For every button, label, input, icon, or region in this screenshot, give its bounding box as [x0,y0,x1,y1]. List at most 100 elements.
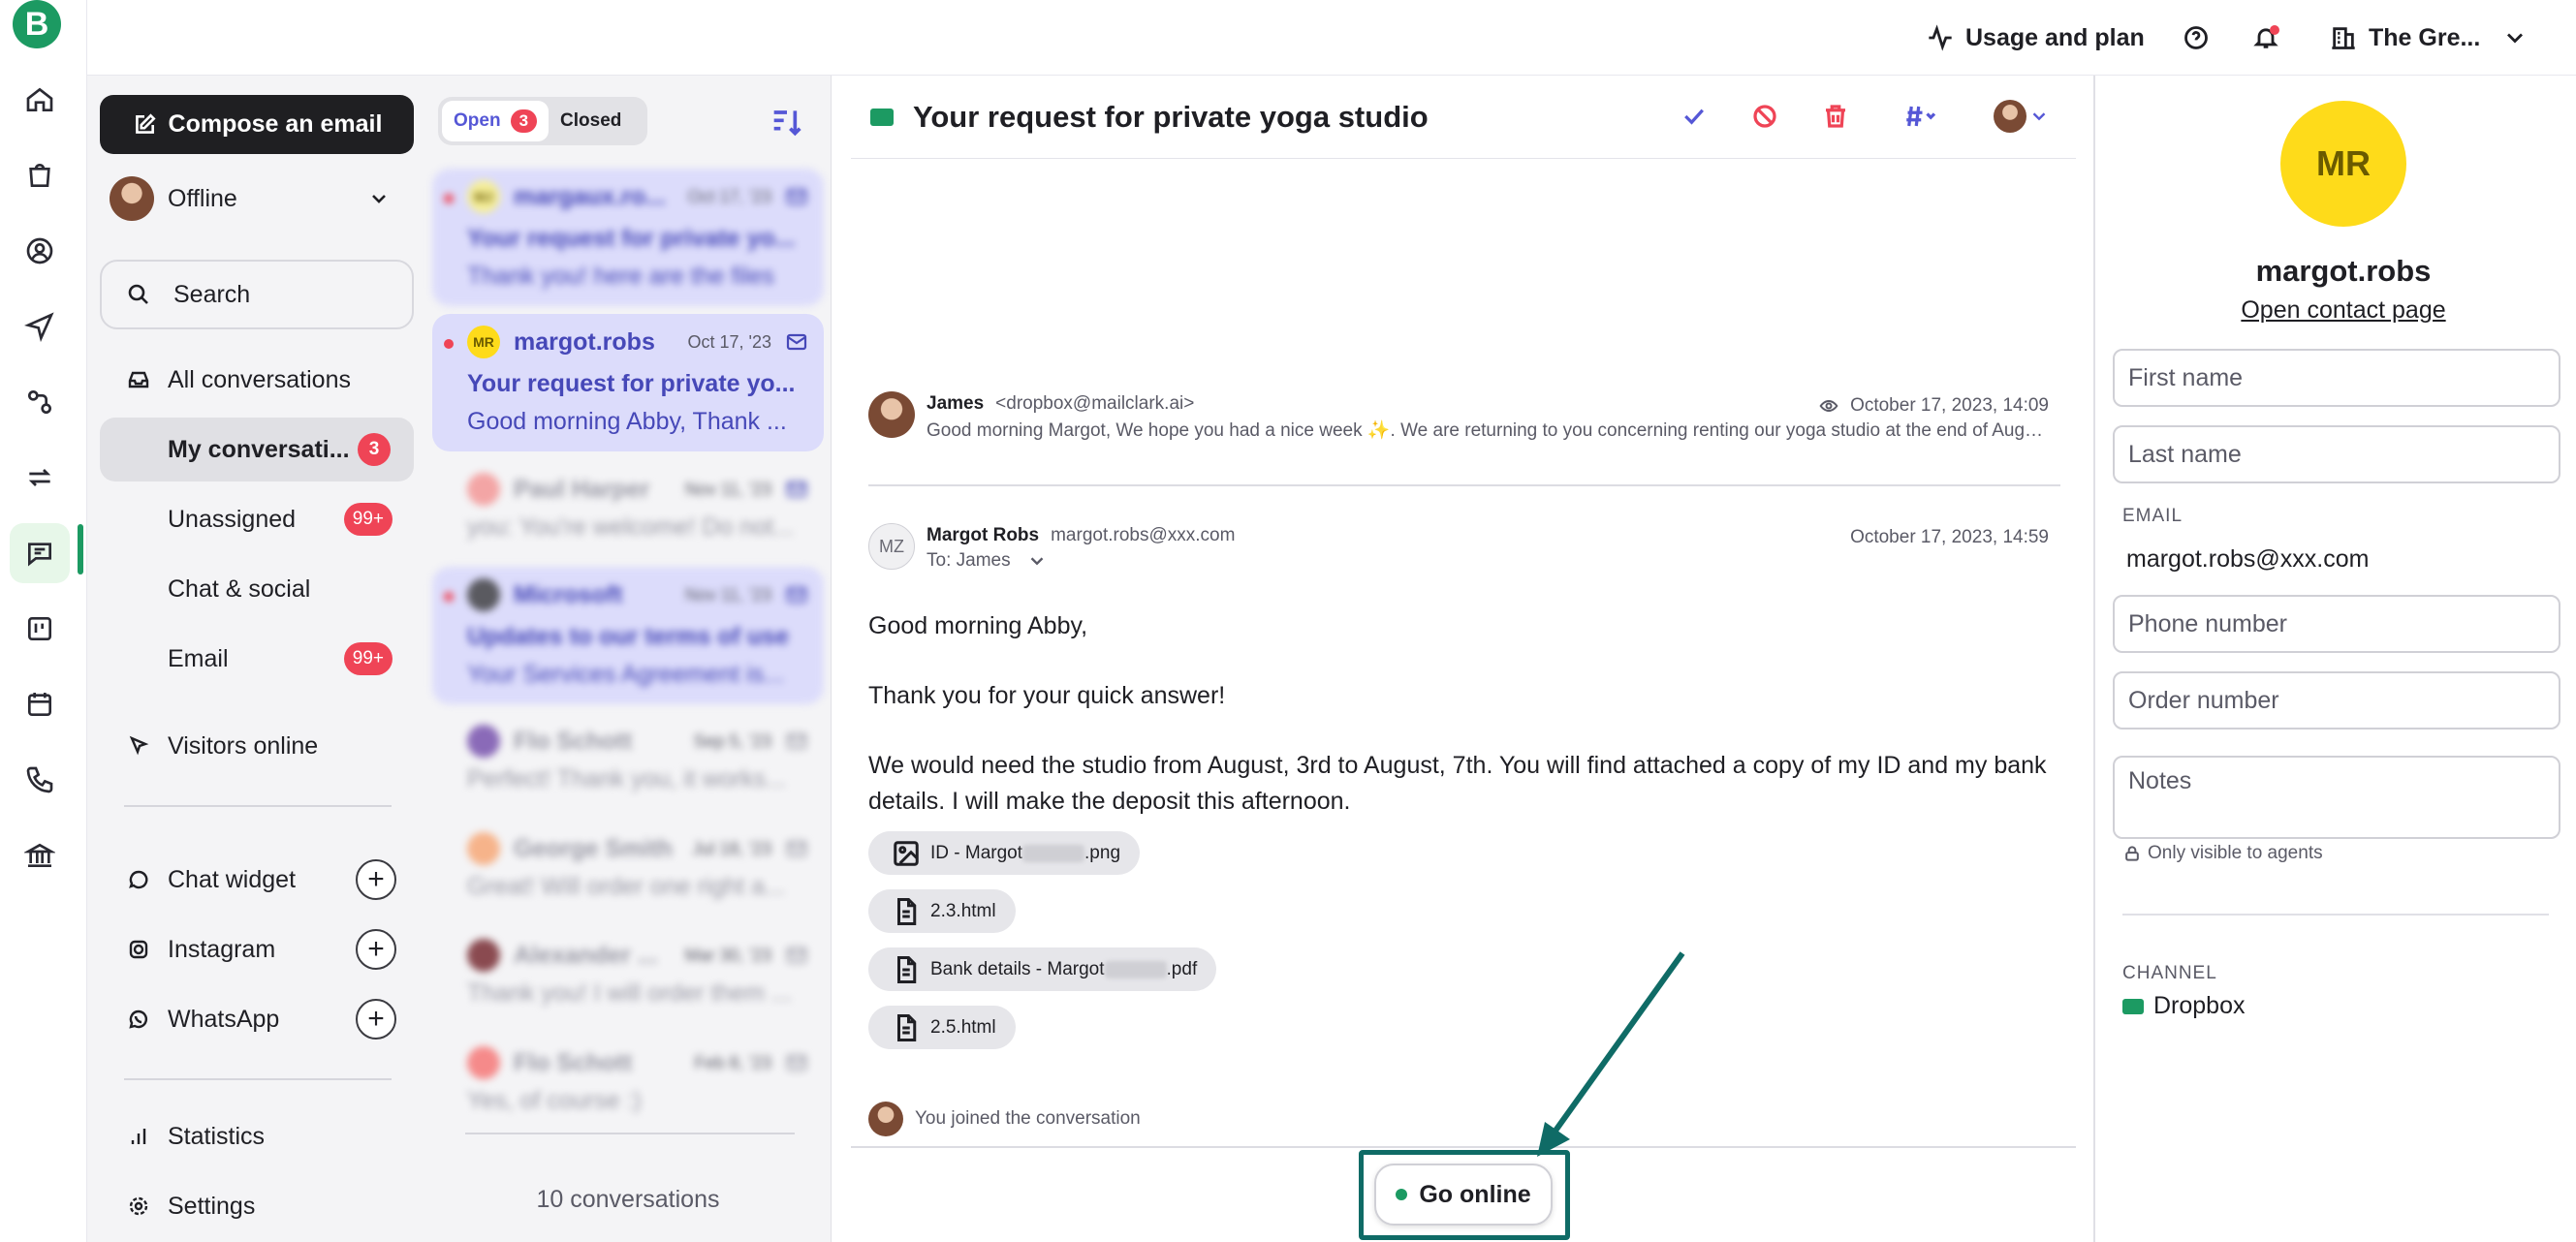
conversation-item[interactable]: Flo Schott Feb 8, '23 Yes, of course :) [432,1035,824,1128]
app-window: B Usage and plan The Gre... Compose an e… [0,0,2576,1242]
conversation-date: Mar 30, '23 [684,945,771,965]
tab-open[interactable]: Open 3 [442,101,550,141]
lock-icon [2125,846,2139,861]
tag-menu-button[interactable] [1896,97,1944,136]
sender-name: Margot Robs [927,525,1040,545]
tab-label: Open [454,110,501,131]
sender-avatar: MZ [868,523,915,570]
compose-email-button[interactable]: Compose an email [100,95,414,154]
go-online-button[interactable]: Go online [1374,1164,1553,1226]
unread-dot [444,194,454,203]
block-button[interactable] [1745,97,1784,136]
home-icon[interactable] [10,70,70,130]
inbox-icon [128,371,149,388]
phone-field[interactable]: Phone number [2113,595,2560,653]
sort-icon[interactable] [768,103,806,141]
recipients-toggle[interactable]: To: James [927,550,2051,572]
notes-hint: Only visible to agents [2122,843,2323,864]
sync-icon[interactable] [10,448,70,508]
composer-divider [851,1146,2076,1148]
nav-whatsapp[interactable]: WhatsApp + [100,987,414,1051]
nav-label: Settings [168,1192,256,1220]
add-instagram-button[interactable]: + [356,929,396,970]
assignee-menu-button[interactable] [1991,97,2053,136]
conversation-subject: Your request for private yo... [467,370,796,397]
conversation-date: Jul 18, '23 [692,838,772,858]
status-tabs: Open 3 Closed [438,97,647,145]
workspace-menu[interactable]: The Gre... [2330,17,2540,58]
left-nav: Compose an email Offline Search All conv… [87,76,424,1242]
contact-avatar [467,473,500,506]
check-icon [1684,109,1704,125]
conversation-item[interactable]: Flo Schott Sep 5, '23 Perfect! Thank you, … [432,713,824,806]
online-dot [1396,1189,1408,1200]
search-input[interactable]: Search [100,260,414,329]
email-value[interactable]: margot.robs@xxx.com [2126,545,2369,574]
bank-icon[interactable] [10,825,70,885]
message-margot[interactable]: MZ Margot Robs margot.robs@xxx.com Octobe… [868,523,2060,581]
delete-button[interactable] [1816,97,1855,136]
attachment-ext: .pdf [1166,958,1198,979]
nav-divider [124,805,392,807]
nav-label: Statistics [168,1122,266,1150]
nav-chat-social[interactable]: Chat & social [100,557,414,621]
last-name-field[interactable]: Last name [2113,425,2560,483]
mark-done-button[interactable] [1675,97,1713,136]
conversation-item[interactable]: George Smith Jul 18, '23 Great! Will order… [432,821,824,914]
attachment-chip[interactable]: 2.3.html [868,889,1016,933]
attachment-chip[interactable]: Bank details - Margot .pdf [868,947,1217,991]
redacted-text [1022,844,1085,862]
contact-avatar [467,578,500,611]
send-icon[interactable] [10,296,70,357]
conversation-item[interactable]: MJ margaux.ro... Oct 17, '23 Your request f… [432,169,824,306]
first-name-field[interactable]: First name [2113,349,2560,407]
contacts-icon[interactable] [10,221,70,281]
attachment-name: 2.5.html [930,1016,996,1038]
nav-my-conversations[interactable]: My conversati... 3 [100,418,414,481]
conversations-icon[interactable] [10,523,70,583]
conversation-item[interactable]: Paul Harper Nov 11, '23 you: You're welcom… [432,461,824,554]
add-chat-widget-button[interactable]: + [356,859,396,900]
sender-email: <dropbox@mailclark.ai> [995,393,1195,414]
add-whatsapp-button[interactable]: + [356,999,396,1040]
conversation-preview: you: You're welcome! Do not... [467,513,794,541]
subject-title: Your request for private yoga studio [913,99,1429,134]
notifications-button[interactable] [2252,17,2291,58]
nav-visitors-online[interactable]: Visitors online [100,714,414,778]
calendar-icon[interactable] [10,674,70,734]
nav-email[interactable]: Email 99+ [100,627,414,691]
attachment-chip[interactable]: 2.5.html [868,1006,1016,1049]
usage-plan-link[interactable]: Usage and plan [1927,17,2145,58]
nav-chat-widget[interactable]: Chat widget + [100,848,414,912]
tab-closed[interactable]: Closed [549,101,633,141]
logo-icon[interactable]: B [13,0,61,48]
mail-icon [786,840,807,857]
conversation-item[interactable]: MR margot.robs Oct 17, '23 Your request for… [432,314,824,451]
chat-bubble-icon [129,870,148,889]
nav-settings[interactable]: Settings [100,1174,414,1238]
notes-field[interactable]: Notes [2113,756,2560,839]
automation-icon[interactable] [10,372,70,432]
message-james[interactable]: James <dropbox@mailclark.ai> October 17, … [868,391,2060,450]
attachment-chip[interactable]: ID - Margot .png [868,831,1141,875]
instagram-icon [129,940,148,959]
board-icon[interactable] [10,599,70,659]
message-line: Thank you for your quick answer! [868,682,1226,709]
phone-icon[interactable] [10,750,70,810]
document-icon [897,1013,917,1041]
nav-instagram[interactable]: Instagram + [100,917,414,981]
count-badge: 99+ [343,503,393,536]
conversation-item[interactable]: Microsoft Nov 11, '23 Updates to our terms… [432,567,824,704]
open-contact-link[interactable]: Open contact page [2095,296,2576,325]
nav-statistics[interactable]: Statistics [100,1104,414,1168]
top-bar: Usage and plan The Gre... [87,0,2576,76]
help-button[interactable] [2183,17,2221,58]
nav-unassigned[interactable]: Unassigned 99+ [100,487,414,551]
order-number-field[interactable]: Order number [2113,671,2560,730]
conversation-item[interactable]: Alexander ... Mar 30, '23 Thank you! I wil… [432,927,824,1020]
status-selector[interactable]: Offline [100,172,414,225]
trash-icon [1826,105,1845,128]
shop-icon[interactable] [10,145,70,205]
nav-all-conversations[interactable]: All conversations [100,348,414,412]
attachment-name: Bank details - Margot [930,958,1105,979]
